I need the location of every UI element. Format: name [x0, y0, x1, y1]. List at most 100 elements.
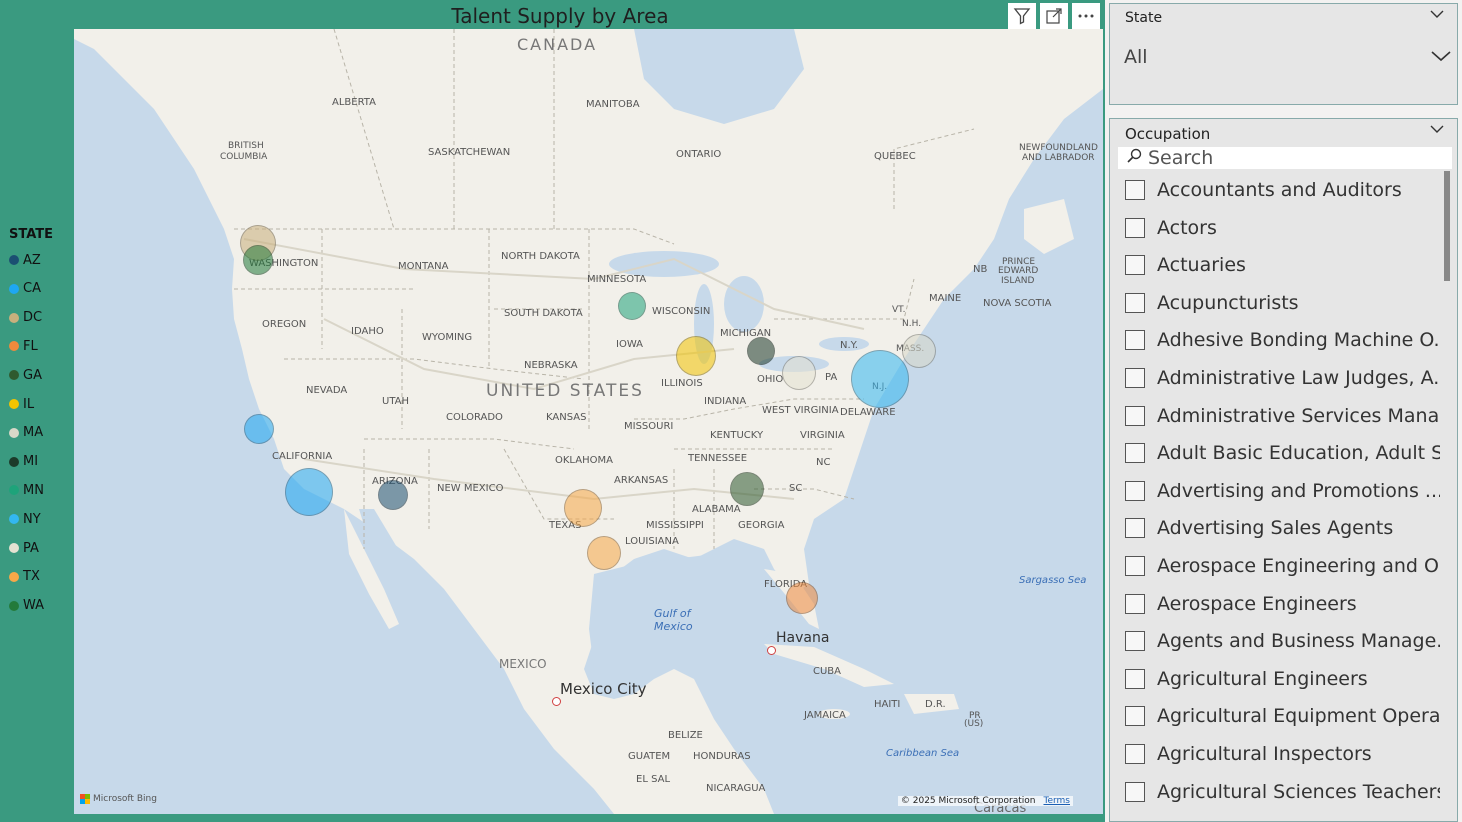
map-bubble-pa[interactable]: [782, 356, 816, 390]
checkbox[interactable]: [1125, 706, 1145, 727]
occupation-item[interactable]: Acupuncturists: [1125, 289, 1299, 317]
occupation-item[interactable]: Adhesive Bonding Machine O...: [1125, 326, 1440, 354]
checkbox[interactable]: [1125, 368, 1145, 388]
checkbox[interactable]: [1125, 255, 1145, 276]
occupation-item[interactable]: Advertising Sales Agents: [1125, 514, 1393, 542]
checkbox[interactable]: [1125, 668, 1145, 689]
map-label-minnesota: MINNESOTA: [587, 274, 647, 285]
occupation-item[interactable]: Aerospace Engineering and O...: [1125, 552, 1440, 580]
map-bubble-ca[interactable]: [244, 414, 274, 444]
occupation-item-label: Administrative Services Mana...: [1157, 404, 1440, 427]
legend-item-label: MA: [23, 425, 44, 441]
map-label-mississippi: MISSISSIPPI: [646, 520, 704, 531]
checkbox[interactable]: [1125, 518, 1145, 539]
legend-item-ca[interactable]: CA: [9, 279, 41, 299]
occupation-item[interactable]: Agents and Business Manage...: [1125, 627, 1440, 655]
map-bubble-ma[interactable]: [902, 334, 936, 368]
occupation-item-label: Agricultural Inspectors: [1157, 743, 1372, 765]
map-label-canada: CANADA: [517, 35, 598, 54]
map-label-idaho: IDAHO: [351, 326, 384, 337]
occupation-item[interactable]: Actors: [1125, 214, 1217, 242]
map-area[interactable]: CANADA UNITED STATES MEXICO Mexico City Hava…: [74, 29, 1103, 814]
map-label-sargasso: Sargasso Sea: [1019, 575, 1087, 586]
occupation-item[interactable]: Actuaries: [1125, 251, 1246, 279]
occupation-item-label: Adult Basic Education, Adult S...: [1157, 442, 1440, 465]
legend-item-label: FL: [23, 338, 38, 354]
occupation-item[interactable]: Adult Basic Education, Adult S...: [1125, 439, 1440, 467]
checkbox[interactable]: [1125, 217, 1145, 238]
map-label-nova-scotia: NOVA SCOTIA: [983, 298, 1052, 309]
terms-link[interactable]: Terms: [1043, 796, 1070, 806]
chevron-down-icon[interactable]: [1429, 123, 1445, 139]
more-options-icon[interactable]: [1072, 3, 1100, 29]
occupation-item[interactable]: Aerospace Engineers: [1125, 590, 1357, 618]
legend-item-wa[interactable]: WA: [9, 596, 44, 616]
checkbox[interactable]: [1125, 443, 1145, 464]
checkbox[interactable]: [1125, 631, 1145, 652]
map-label-nfl2: AND LABRADOR: [1022, 153, 1095, 163]
legend-item-mi[interactable]: MI: [9, 452, 38, 472]
legend-item-az[interactable]: AZ: [9, 250, 41, 270]
city-pin-icon: [552, 697, 561, 706]
map-label-utah: UTAH: [382, 396, 410, 407]
occupation-item[interactable]: Agricultural Inspectors: [1125, 740, 1372, 768]
occupation-scrollbar[interactable]: [1444, 171, 1450, 281]
legend-item-dc[interactable]: DC: [9, 308, 42, 328]
map-label-quebec: QUEBEC: [874, 151, 916, 162]
legend-item-ny[interactable]: NY: [9, 509, 41, 529]
occupation-item[interactable]: Agricultural Engineers: [1125, 665, 1368, 693]
focus-mode-icon[interactable]: [1040, 3, 1068, 29]
visual-header-icons: [1008, 3, 1100, 29]
state-dropdown[interactable]: All: [1124, 40, 1452, 74]
chevron-down-icon[interactable]: [1429, 8, 1445, 24]
legend-item-mn[interactable]: MN: [9, 480, 44, 500]
checkbox[interactable]: [1125, 180, 1145, 200]
legend-item-tx[interactable]: TX: [9, 567, 40, 587]
occupation-item[interactable]: Advertising and Promotions ...: [1125, 477, 1440, 505]
copyright-text: © 2025 Microsoft Corporation: [900, 796, 1036, 806]
map-bubble-ny[interactable]: [851, 350, 909, 408]
map-bubble-az[interactable]: [378, 480, 408, 510]
map-bubble-ga[interactable]: [730, 472, 764, 506]
legend-item-fl[interactable]: FL: [9, 336, 38, 356]
map-bubble-ca[interactable]: [285, 468, 333, 516]
map-bubble-tx[interactable]: [587, 536, 621, 570]
map-label-montana: MONTANA: [398, 261, 449, 272]
checkbox[interactable]: [1125, 556, 1145, 576]
map-bubble-mn[interactable]: [618, 292, 646, 320]
map-label-saskatchewan: SASKATCHEWAN: [428, 147, 511, 158]
checkbox[interactable]: [1125, 744, 1145, 764]
map-label-nebraska: NEBRASKA: [524, 360, 578, 371]
legend-item-ma[interactable]: MA: [9, 423, 43, 443]
map-bubble-wa[interactable]: [243, 245, 273, 275]
map-bubble-mi[interactable]: [747, 337, 775, 365]
checkbox[interactable]: [1125, 480, 1145, 501]
occupation-item[interactable]: Agricultural Equipment Opera...: [1125, 702, 1440, 730]
legend-dot-icon: [9, 399, 19, 409]
legend-item-ga[interactable]: GA: [9, 365, 42, 385]
checkbox[interactable]: [1125, 405, 1145, 426]
filter-icon[interactable]: [1008, 3, 1036, 29]
map-bubble-tx[interactable]: [564, 489, 602, 527]
checkbox[interactable]: [1125, 593, 1145, 614]
occupation-item[interactable]: Administrative Services Mana...: [1125, 402, 1440, 430]
map-label-dr: D.R.: [925, 699, 946, 710]
legend-dot-icon: [9, 283, 19, 294]
checkbox[interactable]: [1125, 781, 1145, 802]
legend-title: STATE: [9, 227, 54, 242]
occupation-item[interactable]: Administrative Law Judges, A...: [1125, 364, 1440, 392]
legend-item-label: DC: [23, 310, 43, 326]
map-bubble-fl[interactable]: [786, 582, 818, 614]
map-label-gulf: Gulf of: [654, 607, 691, 620]
city-pin-icon: [767, 646, 776, 655]
checkbox[interactable]: [1125, 292, 1145, 313]
checkbox[interactable]: [1125, 330, 1145, 351]
map-label-nb: NB: [973, 264, 988, 275]
map-bubble-il[interactable]: [676, 336, 716, 376]
occupation-item-label: Agricultural Sciences Teachers...: [1157, 780, 1440, 803]
occupation-item[interactable]: Accountants and Auditors: [1125, 176, 1402, 204]
legend-item-pa[interactable]: PA: [9, 538, 39, 558]
legend-item-il[interactable]: IL: [9, 394, 34, 414]
occupation-search[interactable]: Search: [1118, 147, 1452, 169]
occupation-item[interactable]: Agricultural Sciences Teachers...: [1125, 778, 1440, 806]
